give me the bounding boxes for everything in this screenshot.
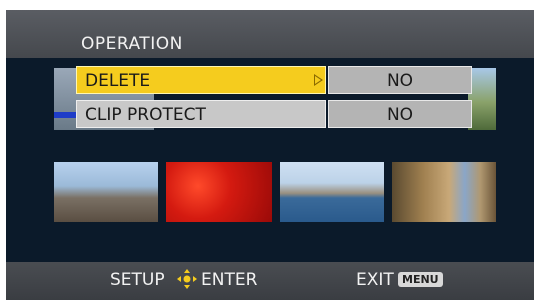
menu-key-badge: MENU (398, 272, 443, 287)
clip-thumbnail[interactable] (54, 162, 158, 222)
clip-thumbnail[interactable] (166, 162, 272, 222)
menu-item-label[interactable]: CLIP PROTECT (76, 100, 326, 128)
clip-thumbnail[interactable] (392, 162, 496, 222)
enter-label: ENTER (201, 270, 258, 290)
footer-bar: SETUP ENTER EXIT MENU (6, 262, 534, 300)
triangle-right-icon-fill (315, 76, 321, 84)
menu-item-value[interactable]: NO (328, 100, 472, 128)
setup-label: SETUP (110, 270, 165, 290)
menu-item-label[interactable]: DELETE (76, 66, 326, 94)
page-title: OPERATION (81, 34, 183, 54)
clip-thumbnail[interactable] (468, 68, 496, 130)
operation-panel: OPERATION DELETE NO CLIP PROTECT NO SETU… (6, 10, 534, 300)
clip-thumbnail[interactable] (280, 162, 384, 222)
joystick-cross-icon (177, 269, 197, 289)
header-bar: OPERATION (6, 10, 534, 58)
camera-screen: OPERATION DELETE NO CLIP PROTECT NO SETU… (0, 0, 540, 306)
menu-item-value[interactable]: NO (328, 66, 472, 94)
exit-label: EXIT (356, 270, 394, 290)
